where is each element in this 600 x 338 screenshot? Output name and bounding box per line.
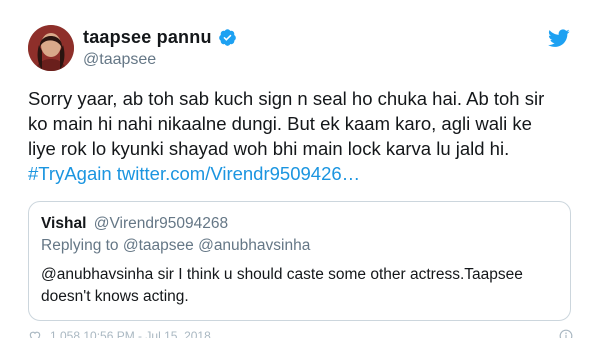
author-name[interactable]: taapsee pannu xyxy=(83,27,212,48)
tweet-text-line: liye rok lo kyunki shayad woh bhi main l… xyxy=(28,138,510,159)
tweet-text-line: ko main hi nahi nikaalne dungi. But ek k… xyxy=(28,113,532,134)
verified-badge-icon xyxy=(218,29,236,46)
tweet-links-line: #TryAgain twitter.com/Virendr9509426… xyxy=(28,161,583,186)
tweet-url-link[interactable]: twitter.com/Virendr9509426… xyxy=(117,163,360,184)
quoted-tweet[interactable]: Vishal @Virendr95094268 Replying to @taa… xyxy=(28,201,571,321)
heart-icon[interactable] xyxy=(28,329,42,338)
tweet-text-line: Sorry yaar, ab toh sab kuch sign n seal … xyxy=(28,88,545,109)
quoted-author-handle: @Virendr95094268 xyxy=(93,215,229,232)
tweet-footer: 1,058 10:56 PM - Jul 15, 2018 xyxy=(28,329,573,338)
twitter-bird-icon[interactable] xyxy=(548,29,570,48)
replying-to: Replying to @taapsee @anubhavsinha xyxy=(41,235,558,256)
replying-to-mention: @anubhavsinha xyxy=(198,237,311,254)
author-handle[interactable]: @taapsee xyxy=(83,51,156,69)
quoted-author-row: Vishal @Virendr95094268 xyxy=(41,214,558,234)
tweet-meta[interactable]: 1,058 10:56 PM - Jul 15, 2018 xyxy=(50,329,211,338)
hashtag-link[interactable]: #TryAgain xyxy=(28,163,112,184)
replying-to-label: Replying to xyxy=(41,237,119,254)
quoted-author-name: Vishal xyxy=(41,215,87,232)
tweet-card: taapsee pannu @taapsee Sorry yaar, ab to… xyxy=(0,0,600,338)
replying-to-mention: @taapsee xyxy=(122,237,194,254)
tweet-text: Sorry yaar, ab toh sab kuch sign n seal … xyxy=(28,86,583,186)
info-icon[interactable] xyxy=(559,329,573,338)
avatar[interactable] xyxy=(28,25,74,71)
author-name-row[interactable]: taapsee pannu xyxy=(83,27,237,48)
quoted-tweet-text: @anubhavsinha sir I think u should caste… xyxy=(41,266,523,305)
